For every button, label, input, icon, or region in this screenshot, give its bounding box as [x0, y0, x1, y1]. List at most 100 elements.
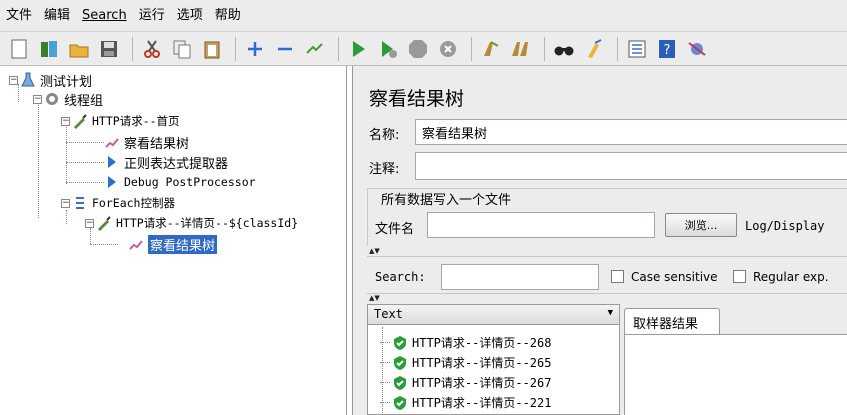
copy-icon[interactable]: [169, 36, 195, 62]
collapse-http-home-toggle[interactable]: −: [61, 117, 70, 126]
help-icon[interactable]: ?: [654, 36, 680, 62]
comment-field[interactable]: [415, 152, 847, 180]
open-icon[interactable]: [66, 36, 92, 62]
collapse-http-detail-toggle[interactable]: −: [85, 219, 94, 228]
success-check-icon: [392, 375, 408, 391]
tree-node-test-plan[interactable]: 测试计划: [20, 71, 93, 90]
splitter-arrows[interactable]: ▲▼: [369, 295, 380, 302]
toolbar-separator: [235, 36, 236, 61]
tree-node-http-home[interactable]: HTTP请求--首页: [72, 112, 180, 130]
filename-field[interactable]: [427, 212, 655, 238]
test-plan-tree: − 测试计划 − 线程组 − HTTP请求--首页 察看结果树 正则表达式提取器…: [0, 66, 347, 415]
success-check-icon: [392, 395, 408, 411]
chart-icon: [128, 236, 144, 252]
tree-node-label: HTTP请求--详情页--${classId}: [116, 216, 299, 230]
browse-button[interactable]: 浏览...: [665, 213, 737, 237]
new-icon[interactable]: [6, 36, 32, 62]
start-no-pause-icon[interactable]: [375, 36, 401, 62]
reset-search-icon[interactable]: [581, 36, 607, 62]
renderer-select-value: Text: [374, 307, 403, 321]
collapse-test-plan-toggle[interactable]: −: [9, 76, 18, 85]
list-item[interactable]: HTTP请求--详情页--221: [380, 393, 551, 412]
gear-icon: [44, 91, 60, 107]
arrow-icon: [104, 154, 120, 170]
save-icon[interactable]: [96, 36, 122, 62]
menu-bar: 文件 编辑 Search 运行 选项 帮助: [0, 0, 847, 32]
search-input[interactable]: [441, 264, 599, 290]
toolbar-separator: [471, 36, 472, 61]
list-item[interactable]: HTTP请求--详情页--267: [380, 373, 551, 392]
regular-exp-checkbox[interactable]: [733, 270, 746, 283]
menu-edit[interactable]: 编辑: [44, 0, 70, 32]
toolbar: ?: [0, 32, 847, 66]
list-item[interactable]: HTTP请求--详情页--268: [380, 333, 551, 352]
list-item-label: HTTP请求--详情页--268: [412, 336, 552, 350]
list-item-label: HTTP请求--详情页--265: [412, 356, 552, 370]
menu-search[interactable]: Search: [82, 0, 127, 32]
controller-icon: [72, 195, 88, 211]
tab-content: [624, 334, 847, 415]
name-field[interactable]: 察看结果树: [415, 119, 847, 145]
expand-icon[interactable]: [242, 36, 268, 62]
search-label: Search:: [375, 270, 426, 284]
tree-node-label: ForEach控制器: [92, 196, 175, 210]
svg-text:?: ?: [664, 43, 671, 58]
tree-node-view-results-2[interactable]: 察看结果树: [128, 234, 218, 254]
filename-label: 文件名: [375, 222, 415, 237]
clear-icon[interactable]: [478, 36, 504, 62]
remote-icon[interactable]: [684, 36, 710, 62]
pipette-icon: [72, 113, 88, 129]
menu-file[interactable]: 文件: [6, 0, 32, 32]
renderer-select[interactable]: Text ▼: [368, 305, 619, 325]
flask-icon: [20, 72, 36, 88]
tree-node-thread-group[interactable]: 线程组: [44, 90, 104, 109]
splitter-arrows[interactable]: ▲▼: [369, 248, 380, 255]
collapse-foreach-toggle[interactable]: −: [61, 199, 70, 208]
tree-node-http-detail[interactable]: HTTP请求--详情页--${classId}: [96, 214, 298, 232]
collapse-thread-group-toggle[interactable]: −: [33, 95, 42, 104]
success-check-icon: [392, 335, 408, 351]
paste-icon[interactable]: [199, 36, 225, 62]
shutdown-icon[interactable]: [435, 36, 461, 62]
function-helper-icon[interactable]: [624, 36, 650, 62]
stop-icon[interactable]: [405, 36, 431, 62]
arrow-icon: [104, 174, 120, 190]
chevron-down-icon: ▼: [607, 308, 613, 318]
tree-node-label-selected: 察看结果树: [148, 234, 218, 254]
view-results-tree-panel: 察看结果树 名称: 察看结果树 注释: 所有数据写入一个文件 文件名 浏览...…: [352, 66, 847, 415]
panel-title: 察看结果树: [369, 88, 465, 110]
menu-run[interactable]: 运行: [139, 0, 165, 32]
toolbar-separator: [338, 36, 339, 61]
tree-node-label: 线程组: [64, 93, 104, 109]
cut-icon[interactable]: [139, 36, 165, 62]
list-item[interactable]: HTTP请求--详情页--265: [380, 353, 551, 372]
list-item-label: HTTP请求--详情页--221: [412, 396, 552, 410]
toggle-icon[interactable]: [302, 36, 328, 62]
case-sensitive-checkbox[interactable]: [611, 270, 624, 283]
tree-node-foreach[interactable]: ForEach控制器: [72, 194, 175, 212]
menu-options[interactable]: 选项: [177, 0, 203, 32]
result-tabs: 取样器结果: [624, 304, 847, 415]
results-area: Text ▼ HTTP请求--详情页--268 HTTP请求--详情页--265…: [367, 304, 847, 415]
tab-sampler-result[interactable]: 取样器结果: [624, 308, 720, 334]
toolbar-separator: [617, 36, 618, 61]
menu-help[interactable]: 帮助: [215, 0, 241, 32]
success-check-icon: [392, 355, 408, 371]
chart-icon: [104, 134, 120, 150]
file-group-title: 所有数据写入一个文件: [379, 189, 514, 208]
collapse-icon[interactable]: [272, 36, 298, 62]
name-label: 名称:: [369, 128, 400, 143]
search-icon[interactable]: [551, 36, 577, 62]
tree-node-view-results-1[interactable]: 察看结果树: [104, 133, 189, 152]
tree-node-label: Debug PostProcessor: [124, 175, 256, 189]
tree-node-debug-postprocessor[interactable]: Debug PostProcessor: [104, 173, 256, 191]
tree-node-regex-extractor[interactable]: 正则表达式提取器: [104, 153, 229, 172]
comment-label: 注释:: [369, 162, 400, 177]
tree-node-label: 测试计划: [40, 74, 93, 90]
tree-node-label: 正则表达式提取器: [124, 156, 229, 172]
start-icon[interactable]: [345, 36, 371, 62]
toolbar-separator: [132, 36, 133, 61]
toolbar-separator: [544, 36, 545, 61]
templates-icon[interactable]: [36, 36, 62, 62]
clear-all-icon[interactable]: [508, 36, 534, 62]
